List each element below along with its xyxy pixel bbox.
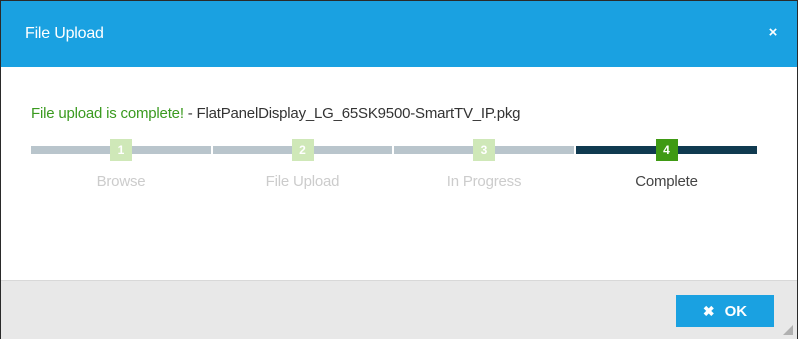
ok-button-label: OK bbox=[724, 303, 748, 320]
status-text: File upload is complete! bbox=[31, 105, 184, 122]
step-label: Browse bbox=[96, 173, 146, 190]
filename-text: FlatPanelDisplay_LG_65SK9500-SmartTV_IP.… bbox=[196, 105, 521, 122]
step-complete: 4 Complete bbox=[576, 139, 757, 199]
step-label: File Upload bbox=[265, 173, 340, 190]
step-label: In Progress bbox=[446, 173, 522, 190]
status-separator: - bbox=[183, 105, 197, 122]
close-x-icon: ✖ bbox=[702, 303, 715, 319]
dialog-titlebar: File Upload × bbox=[1, 1, 797, 67]
resize-grip-icon[interactable] bbox=[783, 325, 793, 335]
step-number: 2 bbox=[291, 139, 314, 161]
dialog-title: File Upload bbox=[25, 25, 104, 42]
step-file-upload: 2 File Upload bbox=[213, 139, 392, 199]
step-label: Complete bbox=[635, 173, 698, 190]
step-number: 4 bbox=[655, 139, 678, 161]
dialog-footer: ✖ OK bbox=[1, 280, 797, 339]
file-upload-dialog: File Upload × File upload is complete! -… bbox=[0, 0, 798, 339]
step-number: 3 bbox=[473, 139, 495, 161]
progress-steps: 1 Browse 2 File Upload 3 In Progress 4 C… bbox=[31, 139, 757, 199]
step-browse: 1 Browse bbox=[31, 139, 211, 199]
step-number: 1 bbox=[110, 139, 132, 161]
ok-button[interactable]: ✖ OK bbox=[676, 295, 774, 327]
close-icon[interactable]: × bbox=[763, 21, 783, 45]
step-in-progress: 3 In Progress bbox=[394, 139, 574, 199]
upload-status-message: File upload is complete! - FlatPanelDisp… bbox=[31, 105, 521, 122]
